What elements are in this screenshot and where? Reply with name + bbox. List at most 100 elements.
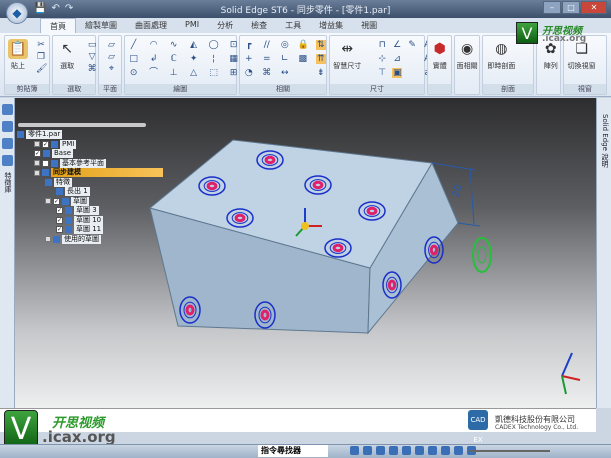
expand-toggle[interactable] [45, 236, 51, 242]
expand-toggle[interactable] [34, 141, 40, 147]
rotate-icon[interactable] [415, 446, 424, 455]
smart-dimension-button[interactable]: ⇹ 智慧尺寸 [333, 39, 361, 71]
connect-icon[interactable]: ∟ [280, 54, 290, 64]
sphere-icon[interactable]: ◯ [209, 40, 219, 50]
tab-inspect[interactable]: 檢查 [242, 18, 276, 33]
collinear-icon[interactable]: ↔ [280, 68, 290, 78]
extend-icon[interactable]: ⊥ [169, 68, 179, 78]
tree-item[interactable]: 零件1.par [17, 130, 63, 139]
line-icon[interactable]: ╱ [129, 40, 139, 50]
parallel-icon[interactable]: ∕∕ [262, 40, 272, 50]
tree-item[interactable]: ✓ 草圖 11 [56, 225, 104, 234]
tree-item[interactable]: ✓ 草圖 3 [56, 206, 99, 215]
filter-icon[interactable]: ▽ [87, 52, 97, 62]
dim-panel-icon[interactable]: ▣ [392, 68, 403, 78]
pathfinder-title-bar[interactable] [18, 123, 146, 127]
tree-item[interactable]: ✓ 草圖 [45, 196, 89, 206]
fillet-icon[interactable]: ↲ [149, 54, 159, 64]
select-tool-icon[interactable]: ▭ [87, 40, 97, 50]
spin-icon[interactable] [428, 446, 437, 455]
zoom-icon[interactable] [376, 446, 385, 455]
refresh-icon[interactable] [350, 446, 359, 455]
rectangle-icon[interactable]: □ [129, 54, 139, 64]
pan-icon[interactable] [402, 446, 411, 455]
left-panel-label[interactable]: 特徵庫 [3, 172, 13, 193]
tree-item[interactable]: 同步建模 [34, 168, 163, 177]
relate-handles-icon[interactable]: ⇟ [316, 68, 326, 78]
tab-addins[interactable]: 增益集 [310, 18, 352, 33]
minimize-button[interactable]: – [543, 1, 561, 14]
tab-view[interactable]: 視圖 [352, 18, 386, 33]
concentric-icon[interactable]: ◎ [280, 40, 290, 50]
expand-toggle[interactable] [34, 169, 40, 176]
triangle-icon[interactable]: △ [189, 68, 199, 78]
feature-library-icon[interactable] [2, 104, 13, 115]
tree-item[interactable]: ✓ Base [34, 149, 74, 158]
include-icon[interactable]: ⊞ [229, 68, 239, 78]
visibility-checkbox[interactable] [42, 159, 49, 167]
tree-item[interactable]: 基本參考平面 [34, 158, 106, 168]
look-at-icon[interactable] [441, 446, 450, 455]
trim-icon[interactable]: ⌒ [149, 68, 159, 78]
expand-toggle[interactable] [34, 160, 40, 166]
project-icon[interactable]: ⬚ [209, 68, 219, 78]
model-scene[interactable]: 20 [0, 98, 611, 408]
expand-toggle[interactable] [45, 198, 51, 204]
tab-pmi[interactable]: PMI [176, 18, 208, 33]
zoom-area-icon[interactable] [389, 446, 398, 455]
maximize-button[interactable]: □ [562, 1, 580, 14]
point-icon[interactable]: ✦ [189, 54, 199, 64]
angle-icon[interactable]: ∠ [392, 40, 402, 50]
tab-analysis[interactable]: 分析 [208, 18, 242, 33]
application-button[interactable]: ◆ [6, 2, 28, 24]
lock-icon[interactable]: 🔒 [298, 40, 309, 50]
horizontal-vertical-icon[interactable]: + [244, 54, 254, 64]
rigid-icon[interactable]: ▩ [298, 54, 308, 64]
select-button[interactable]: ↖ 選取 [57, 39, 77, 71]
shaded-icon[interactable] [454, 446, 463, 455]
live-section-button[interactable]: ◍ 即時剖面 [487, 39, 515, 71]
tab-surfacing[interactable]: 曲面處理 [126, 18, 176, 33]
steering-wheel-icon[interactable] [472, 237, 492, 273]
tree-item[interactable]: 長出 1 [56, 187, 90, 196]
annotation-icon[interactable]: ✎ [407, 40, 417, 50]
tree-item[interactable]: 特徵 [45, 177, 72, 187]
plane-icon[interactable]: ▱ [106, 40, 116, 50]
distance-icon[interactable]: ⊓ [377, 40, 387, 50]
paste-button[interactable]: 📋 貼上 [8, 39, 28, 71]
cut-icon[interactable]: ✂ [36, 40, 46, 50]
symmetric-dim-icon[interactable]: ⊤ [377, 68, 387, 78]
fit-icon[interactable] [363, 446, 372, 455]
tab-tools[interactable]: 工具 [276, 18, 310, 33]
zoom-slider[interactable] [470, 450, 550, 452]
relate-active-icon[interactable]: ⇅ [315, 40, 326, 50]
visibility-checkbox[interactable]: ✓ [53, 197, 60, 205]
visibility-checkbox[interactable]: ✓ [56, 226, 63, 233]
equal-icon[interactable]: = [262, 54, 272, 64]
visibility-checkbox[interactable]: ✓ [56, 216, 63, 224]
plane-option-icon[interactable]: ▱ [106, 52, 116, 62]
format-painter-icon[interactable]: 🖌 [36, 64, 47, 74]
visibility-checkbox[interactable]: ✓ [42, 140, 49, 148]
select-by-icon[interactable]: ⌘ [87, 64, 97, 74]
coordinate-icon[interactable]: ⊹ [377, 54, 387, 64]
dimension-label[interactable]: 20 [450, 183, 465, 199]
offset-icon[interactable]: ℂ [169, 54, 179, 64]
csys-icon[interactable]: ⌖ [106, 64, 116, 74]
relate-option-icon[interactable]: ⇈ [315, 54, 326, 64]
face-relate-button[interactable]: ◉ 面相關 [457, 39, 478, 71]
grid-icon[interactable]: ▦ [229, 54, 239, 64]
symmetric-icon[interactable]: ⌘ [262, 68, 272, 78]
mirror-icon[interactable]: ¦ [209, 54, 219, 64]
path-finder-icon[interactable] [2, 155, 13, 166]
layers-icon[interactable] [2, 121, 13, 132]
visibility-checkbox[interactable]: ✓ [34, 150, 41, 157]
arc-icon[interactable]: ◠ [149, 40, 159, 50]
hole-icon[interactable]: ⊡ [229, 40, 239, 50]
solids-button[interactable]: ⬢ 實體 [430, 39, 450, 71]
tangent-icon[interactable]: ◔ [244, 68, 254, 78]
visibility-checkbox[interactable]: ✓ [56, 207, 63, 214]
tab-sketch[interactable]: 繪製草圖 [76, 18, 126, 33]
fill-icon[interactable]: ◭ [189, 40, 199, 50]
help-panel-label[interactable]: Solid Edge 說明 [600, 114, 610, 167]
